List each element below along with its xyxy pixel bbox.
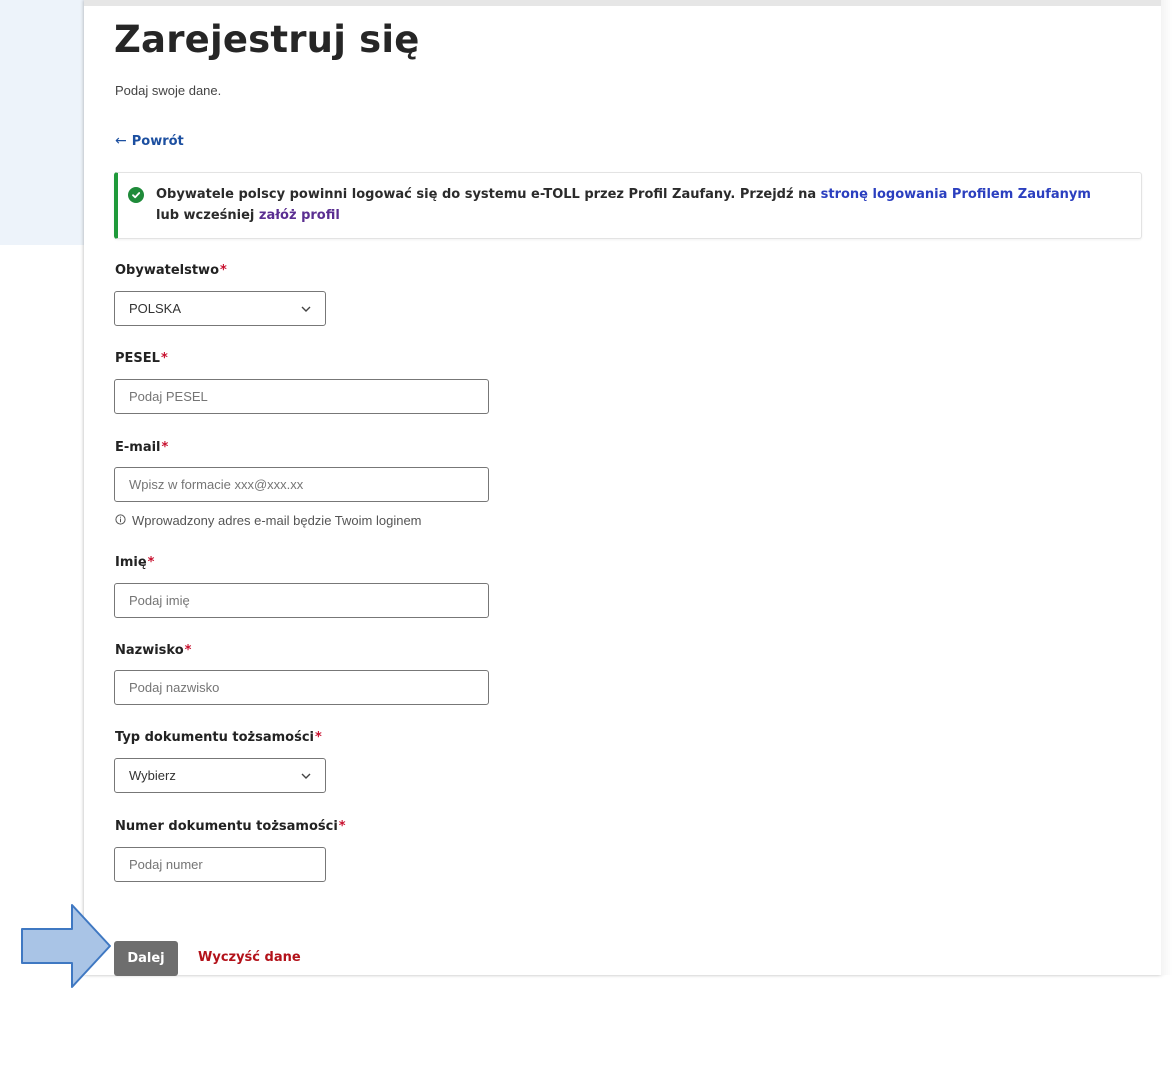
email-label-text: E-mail bbox=[115, 440, 161, 455]
email-input[interactable] bbox=[114, 467, 489, 502]
first-name-input[interactable] bbox=[114, 583, 489, 618]
first-name-label-text: Imię bbox=[115, 555, 147, 570]
info-icon bbox=[115, 513, 126, 528]
citizenship-label-text: Obywatelstwo bbox=[115, 263, 219, 278]
required-mark: * bbox=[338, 819, 346, 834]
pesel-label: PESEL* bbox=[115, 351, 168, 366]
required-mark: * bbox=[314, 730, 322, 745]
document-number-label-text: Numer dokumentu tożsamości bbox=[115, 819, 338, 834]
page-subtitle: Podaj swoje dane. bbox=[115, 83, 222, 98]
next-button[interactable]: Dalej bbox=[114, 941, 178, 976]
email-hint-text: Wprowadzony adres e-mail będzie Twoim lo… bbox=[132, 513, 422, 528]
back-link-label: Powrót bbox=[131, 133, 184, 149]
clear-data-button[interactable]: Wyczyść dane bbox=[198, 950, 301, 965]
email-label: E-mail* bbox=[115, 440, 168, 455]
required-mark: * bbox=[160, 351, 168, 366]
last-name-label-text: Nazwisko bbox=[115, 643, 184, 658]
background-panel bbox=[0, 0, 84, 245]
citizenship-select[interactable]: POLSKA bbox=[114, 291, 326, 326]
email-hint: Wprowadzony adres e-mail będzie Twoim lo… bbox=[115, 513, 422, 528]
citizenship-select-value: POLSKA bbox=[129, 301, 182, 316]
document-type-label-text: Typ dokumentu tożsamości bbox=[115, 730, 314, 745]
profil-zaufany-login-link[interactable]: stronę logowania Profilem Zaufanym bbox=[821, 187, 1091, 202]
chevron-down-icon bbox=[300, 303, 312, 318]
last-name-input[interactable] bbox=[114, 670, 489, 705]
last-name-label: Nazwisko* bbox=[115, 643, 191, 658]
required-mark: * bbox=[147, 555, 155, 570]
document-type-select[interactable]: Wybierz bbox=[114, 758, 326, 793]
pointer-arrow-icon bbox=[21, 904, 111, 988]
document-number-input[interactable] bbox=[114, 847, 326, 882]
document-number-label: Numer dokumentu tożsamości* bbox=[115, 819, 346, 834]
first-name-label: Imię* bbox=[115, 555, 154, 570]
pesel-label-text: PESEL bbox=[115, 351, 160, 366]
window-edge bbox=[1161, 0, 1172, 975]
info-alert: Obywatele polscy powinni logować się do … bbox=[114, 172, 1142, 239]
check-circle-icon bbox=[128, 187, 144, 203]
required-mark: * bbox=[161, 440, 169, 455]
create-profile-link[interactable]: załóż profil bbox=[259, 208, 340, 223]
alert-text-part: lub wcześniej bbox=[156, 208, 259, 223]
pesel-input[interactable] bbox=[114, 379, 489, 414]
alert-text-part: Obywatele polscy powinni logować się do … bbox=[156, 187, 821, 202]
back-link[interactable]: ← Powrót bbox=[115, 133, 184, 149]
page-title: Zarejestruj się bbox=[114, 18, 420, 61]
alert-text: Obywatele polscy powinni logować się do … bbox=[156, 184, 1123, 226]
required-mark: * bbox=[220, 263, 227, 278]
citizenship-label: Obywatelstwo* bbox=[115, 263, 227, 278]
chevron-down-icon bbox=[300, 770, 312, 785]
arrow-left-icon: ← bbox=[115, 133, 127, 149]
document-type-select-value: Wybierz bbox=[129, 768, 176, 783]
document-type-label: Typ dokumentu tożsamości* bbox=[115, 730, 322, 745]
required-mark: * bbox=[184, 643, 192, 658]
